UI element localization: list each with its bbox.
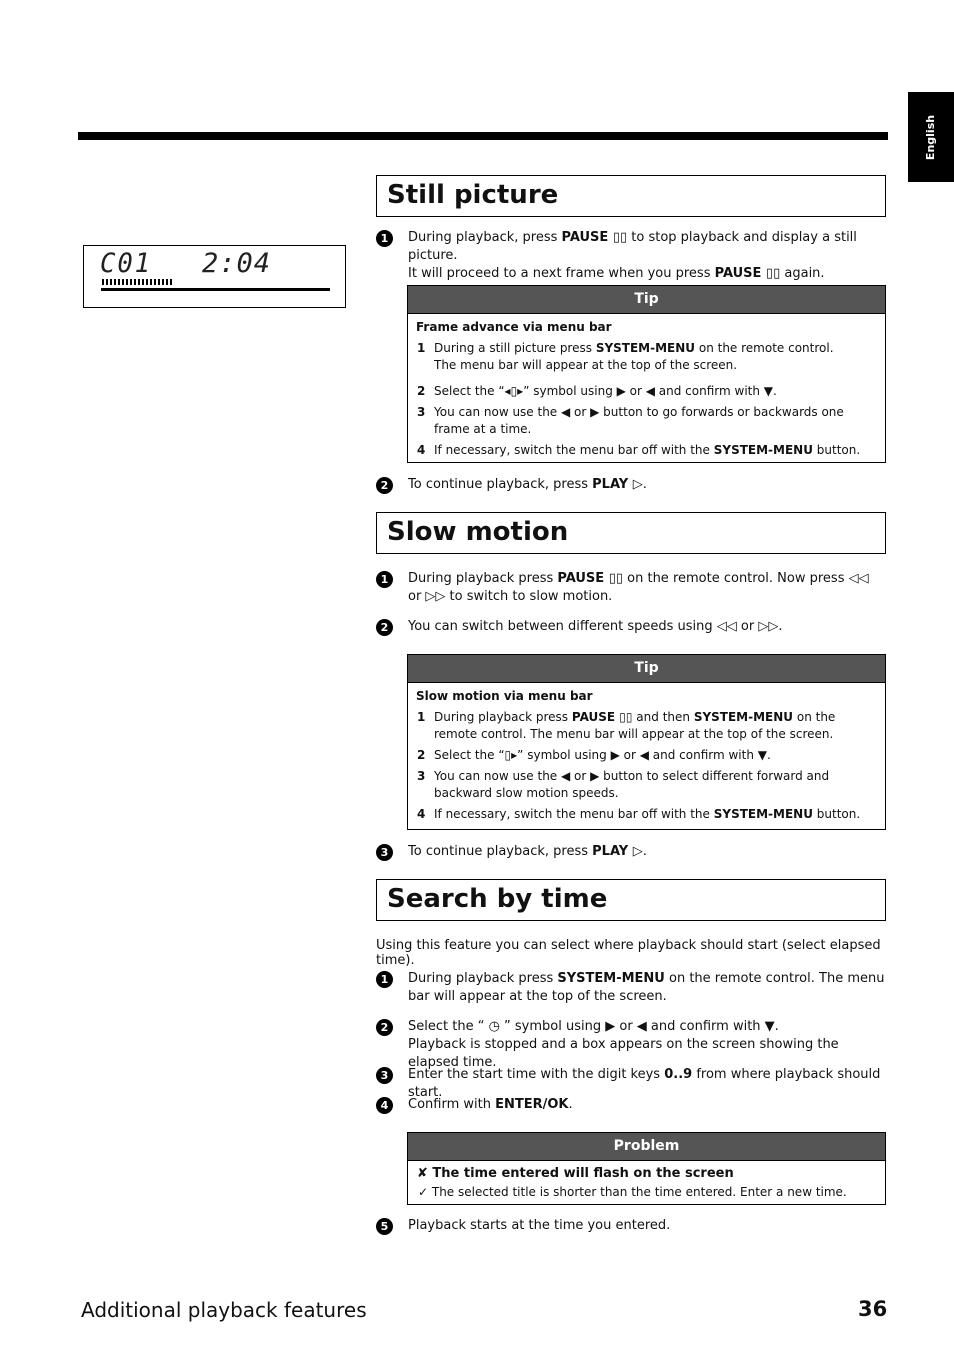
lcd-tick	[114, 279, 116, 285]
tip-item: 2 Select the “▯▸” symbol using ▶ or ◀ and…	[417, 748, 771, 762]
tip-subtitle: Frame advance via menu bar	[416, 320, 612, 334]
step-number-icon: 1	[376, 230, 393, 247]
tip-box: Tip Slow motion via menu bar 1 During pla…	[407, 654, 886, 830]
tip-item: 4 If necessary, switch the menu bar off w…	[417, 443, 861, 457]
lcd-baseline	[101, 288, 330, 291]
section-title: Slow motion	[376, 512, 886, 554]
tip-box: Tip Frame advance via menu bar 1 During a…	[407, 285, 886, 463]
lcd-tick	[110, 279, 112, 285]
step-item: 1 During playback, press PAUSE ▯▯ to sto…	[376, 229, 886, 283]
section-title: Still picture	[376, 175, 886, 217]
step-number-icon: 5	[376, 1218, 393, 1235]
tip-item: 4 If necessary, switch the menu bar off w…	[417, 807, 861, 821]
lcd-tick	[146, 279, 148, 285]
lcd-tick	[154, 279, 156, 285]
lcd-tick	[166, 279, 168, 285]
problem-solution: ✓ The selected title is shorter than the…	[418, 1185, 847, 1199]
tip-header: Tip	[408, 286, 885, 314]
tip-item: 3 You can now use the ◀ or ▶ button to se…	[417, 769, 830, 800]
lcd-tick	[138, 279, 140, 285]
lcd-tick	[130, 279, 132, 285]
problem-box: Problem ✘ The time entered will flash on…	[407, 1132, 886, 1205]
step-number-icon: 2	[376, 477, 393, 494]
lcd-tick	[102, 279, 104, 285]
problem-issue: ✘ The time entered will flash on the scr…	[417, 1166, 734, 1181]
lcd-tick	[158, 279, 160, 285]
intro-text: Using this feature you can select where …	[376, 938, 881, 968]
slow-motion-section: Slow motion 1 During playback press PAUS…	[376, 512, 886, 861]
tip-item: 1 During a still picture press SYSTEM-MEN…	[417, 341, 834, 372]
step-number-icon: 3	[376, 844, 393, 861]
section-title: Search by time	[376, 879, 886, 921]
step-number-icon: 2	[376, 1019, 393, 1036]
top-rule	[78, 132, 888, 140]
step-item: 4 Confirm with ENTER/OK.	[376, 1096, 886, 1114]
tip-subtitle: Slow motion via menu bar	[416, 689, 593, 703]
still-picture-section: Still picture 1 During playback, press P…	[376, 175, 886, 494]
step-number-icon: 1	[376, 571, 393, 588]
step-number-icon: 4	[376, 1097, 393, 1114]
step-item: 2 Select the “ ◷ ” symbol using ▶ or ◀ a…	[376, 1018, 886, 1072]
lcd-tick	[142, 279, 144, 285]
lcd-progress-ticks	[102, 279, 172, 285]
lcd-tick	[122, 279, 124, 285]
lcd-tick	[118, 279, 120, 285]
lcd-tick	[106, 279, 108, 285]
lcd-time: 2:04	[202, 248, 272, 279]
step-number-icon: 3	[376, 1067, 393, 1084]
step-item: 1 During playback press SYSTEM-MENU on t…	[376, 970, 886, 1006]
footer-section-title: Additional playback features	[81, 1298, 367, 1322]
lcd-tick	[150, 279, 152, 285]
language-label: English	[924, 114, 938, 160]
lcd-chapter: C01	[100, 248, 153, 279]
tip-item: 3 You can now use the ◀ or ▶ button to go…	[417, 405, 844, 436]
lcd-tick	[162, 279, 164, 285]
step-item: 1 During playback press PAUSE ▯▯ on the …	[376, 570, 886, 606]
tip-header: Tip	[408, 655, 885, 683]
lcd-tick	[134, 279, 136, 285]
step-item: 2 To continue playback, press PLAY ▷.	[376, 476, 886, 494]
page-number: 36	[858, 1297, 888, 1321]
step-item: 5 Playback starts at the time you entere…	[376, 1217, 886, 1235]
lcd-tick	[170, 279, 172, 285]
step-item: 2 You can switch between different speed…	[376, 618, 886, 636]
step-number-icon: 2	[376, 619, 393, 636]
search-by-time-section: Search by time Using this feature you ca…	[376, 879, 886, 1235]
step-item: 3 To continue playback, press PLAY ▷.	[376, 843, 886, 861]
step-number-icon: 1	[376, 971, 393, 988]
tip-item: 2 Select the “◂▯▸” symbol using ▶ or ◀ an…	[417, 384, 777, 398]
problem-header: Problem	[408, 1133, 885, 1161]
lcd-display: C01 2:04	[83, 245, 346, 308]
tip-item: 1 During playback press PAUSE ▯▯ and then…	[417, 710, 836, 741]
lcd-tick	[126, 279, 128, 285]
language-tab: English	[908, 92, 954, 182]
